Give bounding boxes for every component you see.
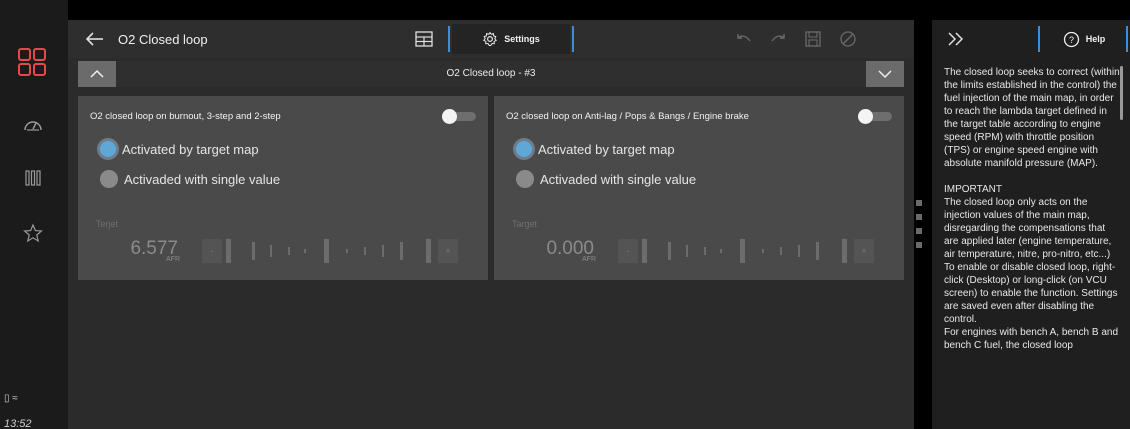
save-icon[interactable] <box>803 29 823 49</box>
closed-loop-card-antilag: O2 closed loop on Anti-lag / Pops & Bang… <box>494 96 904 280</box>
slider-tick <box>288 247 290 255</box>
field-label: Terjet <box>96 219 119 229</box>
main-panel: O2 Closed loop Settings O2 Closed loop -… <box>68 20 914 429</box>
slider-tick <box>720 249 722 253</box>
left-rail: ▯ ≈ 13:52 <box>0 0 68 429</box>
target-unit: AFR <box>582 256 596 263</box>
toggle-knob <box>442 109 457 124</box>
decrement-button[interactable]: - <box>202 239 222 263</box>
slider-tick <box>780 247 782 255</box>
section-dropdown[interactable]: O2 Closed loop - #3 <box>116 61 866 87</box>
app-logo-icon[interactable] <box>18 48 48 78</box>
help-scrollbar[interactable] <box>1120 66 1123 120</box>
slider-tick <box>704 247 706 255</box>
radio-label: Activated by target map <box>538 141 675 157</box>
star-icon[interactable] <box>20 222 46 244</box>
help-header: ? Help <box>932 20 1130 58</box>
slider-tick <box>324 239 329 263</box>
slider-tick <box>816 242 819 260</box>
columns-icon[interactable] <box>20 167 46 189</box>
slider-tick <box>304 249 306 253</box>
double-chevron-right-icon[interactable] <box>946 30 966 48</box>
slider-tick <box>798 245 800 257</box>
decrement-button[interactable]: - <box>618 239 638 263</box>
value-slider[interactable] <box>640 237 850 265</box>
dashboard-gauge-icon[interactable] <box>20 113 46 135</box>
slider-tick <box>842 239 847 263</box>
slider-tick <box>426 239 431 263</box>
panel-resize-handle[interactable] <box>916 200 924 252</box>
disable-icon[interactable] <box>838 29 858 49</box>
page-title: O2 Closed loop <box>118 32 208 47</box>
redo-icon[interactable] <box>768 29 788 49</box>
slider-tick <box>364 247 366 255</box>
help-panel: ? Help The closed loop seeks to correct … <box>932 20 1130 429</box>
tab-settings[interactable]: Settings <box>452 24 570 54</box>
slider-tick <box>382 245 384 257</box>
svg-text:?: ? <box>1069 35 1074 45</box>
tab-help[interactable]: ? Help <box>1042 24 1126 54</box>
radio-unselected-icon <box>100 170 118 188</box>
slider-tick <box>346 249 348 253</box>
chevron-down-icon[interactable] <box>866 61 904 87</box>
value-slider[interactable] <box>224 237 434 265</box>
slider-tick <box>226 239 231 263</box>
tab-separator <box>448 26 450 52</box>
help-paragraph: The closed loop seeks to correct (within… <box>944 67 1120 169</box>
gear-icon <box>483 31 498 46</box>
radio-unselected-icon <box>516 170 534 188</box>
slider-tick <box>252 242 255 260</box>
radio-label: Activaded with single value <box>540 171 697 187</box>
radio-label: Activaded with single value <box>124 171 281 187</box>
radio-selected-icon <box>516 141 532 157</box>
tab-settings-label: Settings <box>504 34 540 44</box>
section-title: O2 Closed loop - #3 <box>446 68 536 79</box>
field-label: Target <box>512 219 538 229</box>
help-paragraph: IMPORTANT The closed loop only acts on t… <box>944 184 1119 351</box>
tab-separator <box>1126 26 1128 52</box>
radio-single-value[interactable]: Activaded with single value <box>516 170 696 188</box>
radio-target-map[interactable]: Activated by target map <box>516 141 675 157</box>
help-text: The closed loop seeks to correct (within… <box>944 66 1120 365</box>
chevron-up-icon[interactable] <box>78 61 116 87</box>
slider-tick <box>668 242 671 260</box>
back-arrow-icon[interactable] <box>84 28 106 50</box>
card-title: O2 closed loop on Anti-lag / Pops & Bang… <box>506 111 749 122</box>
enable-toggle[interactable] <box>442 109 476 124</box>
slider-tick <box>686 245 688 257</box>
radio-single-value[interactable]: Activaded with single value <box>100 170 280 188</box>
undo-icon[interactable] <box>734 29 754 49</box>
help-circle-icon: ? <box>1063 31 1079 47</box>
status-icons: ▯ ≈ <box>4 393 18 404</box>
app-window: ▯ ≈ 13:52 O2 Closed loop Settings O2 Clo… <box>0 0 1130 429</box>
toggle-knob <box>858 109 873 124</box>
increment-button[interactable]: + <box>854 239 874 263</box>
target-unit: AFR <box>166 256 180 263</box>
increment-button[interactable]: + <box>438 239 458 263</box>
radio-target-map[interactable]: Activated by target map <box>100 141 259 157</box>
table-view-icon[interactable] <box>414 29 434 49</box>
radio-label: Activated by target map <box>122 141 259 157</box>
tab-separator <box>1038 26 1040 52</box>
slider-tick <box>400 242 403 260</box>
main-header: O2 Closed loop Settings <box>68 20 914 58</box>
slider-tick <box>740 239 745 263</box>
tab-separator <box>572 26 574 52</box>
clock-time: 13:52 <box>4 418 32 429</box>
slider-tick <box>762 249 764 253</box>
card-title: O2 closed loop on burnout, 3-step and 2-… <box>90 111 281 122</box>
section-selector: O2 Closed loop - #3 <box>78 61 904 87</box>
slider-tick <box>642 239 647 263</box>
closed-loop-card-burnout: O2 closed loop on burnout, 3-step and 2-… <box>78 96 488 280</box>
enable-toggle[interactable] <box>858 109 892 124</box>
radio-selected-icon <box>100 141 116 157</box>
slider-tick <box>270 245 272 257</box>
tab-help-label: Help <box>1085 34 1106 44</box>
